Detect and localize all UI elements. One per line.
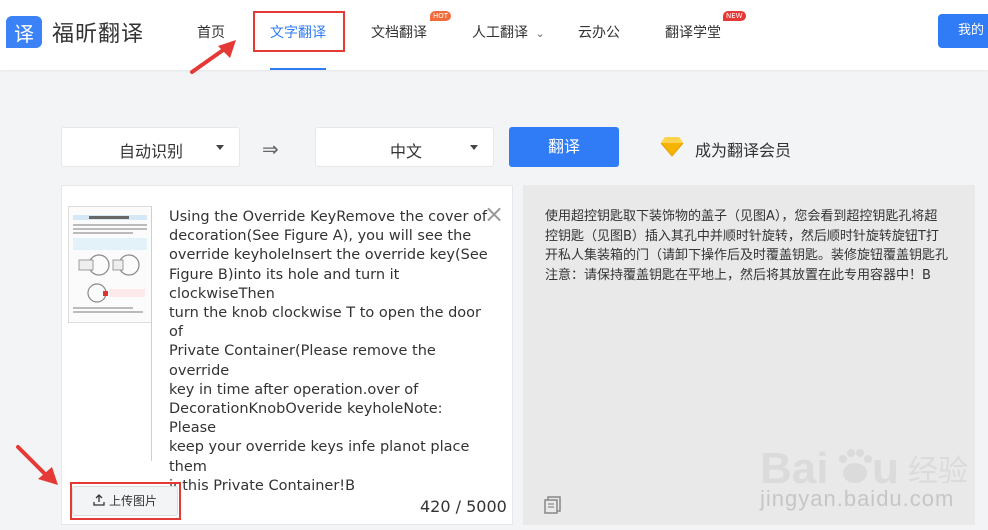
logo-badge-icon: 译 bbox=[6, 16, 42, 48]
upload-image-label: 上传图片 bbox=[108, 494, 157, 508]
character-count: 420 / 5000 bbox=[420, 497, 507, 516]
count-max: 5000 bbox=[466, 497, 507, 516]
annotation-arrow-icon bbox=[190, 40, 236, 74]
become-member-link[interactable]: 成为翻译会员 bbox=[695, 137, 791, 161]
nav-academy[interactable]: 翻译学堂 bbox=[665, 22, 721, 42]
source-language-select[interactable]: 自动识别 bbox=[61, 127, 240, 167]
upload-image-button[interactable]: 上传图片 bbox=[72, 486, 178, 516]
caret-down-icon bbox=[216, 145, 224, 150]
copy-icon[interactable] bbox=[543, 495, 563, 515]
new-badge: NEW bbox=[723, 11, 746, 21]
nav-human-translate[interactable]: 人工翻译 ⌄ bbox=[472, 22, 545, 42]
my-account-button[interactable]: 我的 bbox=[938, 14, 988, 48]
target-language-select[interactable]: 中文 bbox=[315, 127, 494, 167]
brand-name: 福昕翻译 bbox=[52, 22, 145, 47]
clear-text-close-icon[interactable]: × bbox=[484, 202, 504, 226]
nav-cloud-office[interactable]: 云办公 bbox=[578, 22, 620, 42]
watermark-url: jingyan.baidu.com bbox=[760, 486, 955, 511]
nav-active-underline bbox=[270, 68, 326, 70]
chevron-down-icon: ⌄ bbox=[535, 27, 545, 40]
hot-badge: HOT bbox=[430, 11, 452, 21]
translation-result-text: 使用超控钥匙取下装饰物的盖子（见图A），您会看到超控钥匙孔将超控钥匙（见图B）插… bbox=[545, 209, 949, 283]
source-language-label: 自动识别 bbox=[119, 142, 184, 161]
source-text-area[interactable]: Using the Override KeyRemove the cover o… bbox=[169, 208, 494, 496]
swap-arrow-icon[interactable]: ⇒ bbox=[262, 137, 279, 161]
diamond-icon bbox=[660, 137, 684, 157]
nav-doc-translate[interactable]: 文档翻译 bbox=[371, 22, 427, 42]
top-header: 译 福昕翻译 首页 文字翻译 文档翻译 HOT 人工翻译 ⌄ 云办公 翻译学堂 … bbox=[0, 0, 988, 70]
target-language-label: 中文 bbox=[390, 142, 423, 161]
uploaded-image-thumbnail[interactable] bbox=[68, 206, 152, 323]
annotation-highlight-box bbox=[253, 11, 345, 52]
caret-down-icon bbox=[470, 145, 478, 150]
document-preview-icon bbox=[69, 207, 151, 322]
count-separator: / bbox=[450, 497, 467, 516]
brand-logo[interactable]: 译 福昕翻译 bbox=[6, 14, 144, 50]
translate-button[interactable]: 翻译 bbox=[509, 127, 619, 167]
svg-text:经验: 经验 bbox=[908, 454, 968, 489]
nav-human-label: 人工翻译 bbox=[472, 25, 528, 41]
annotation-arrow-icon bbox=[16, 445, 58, 485]
source-panel: Using the Override KeyRemove the cover o… bbox=[61, 185, 513, 525]
upload-icon bbox=[93, 494, 105, 506]
count-current: 420 bbox=[420, 497, 451, 516]
thumbnail-divider bbox=[151, 206, 152, 461]
